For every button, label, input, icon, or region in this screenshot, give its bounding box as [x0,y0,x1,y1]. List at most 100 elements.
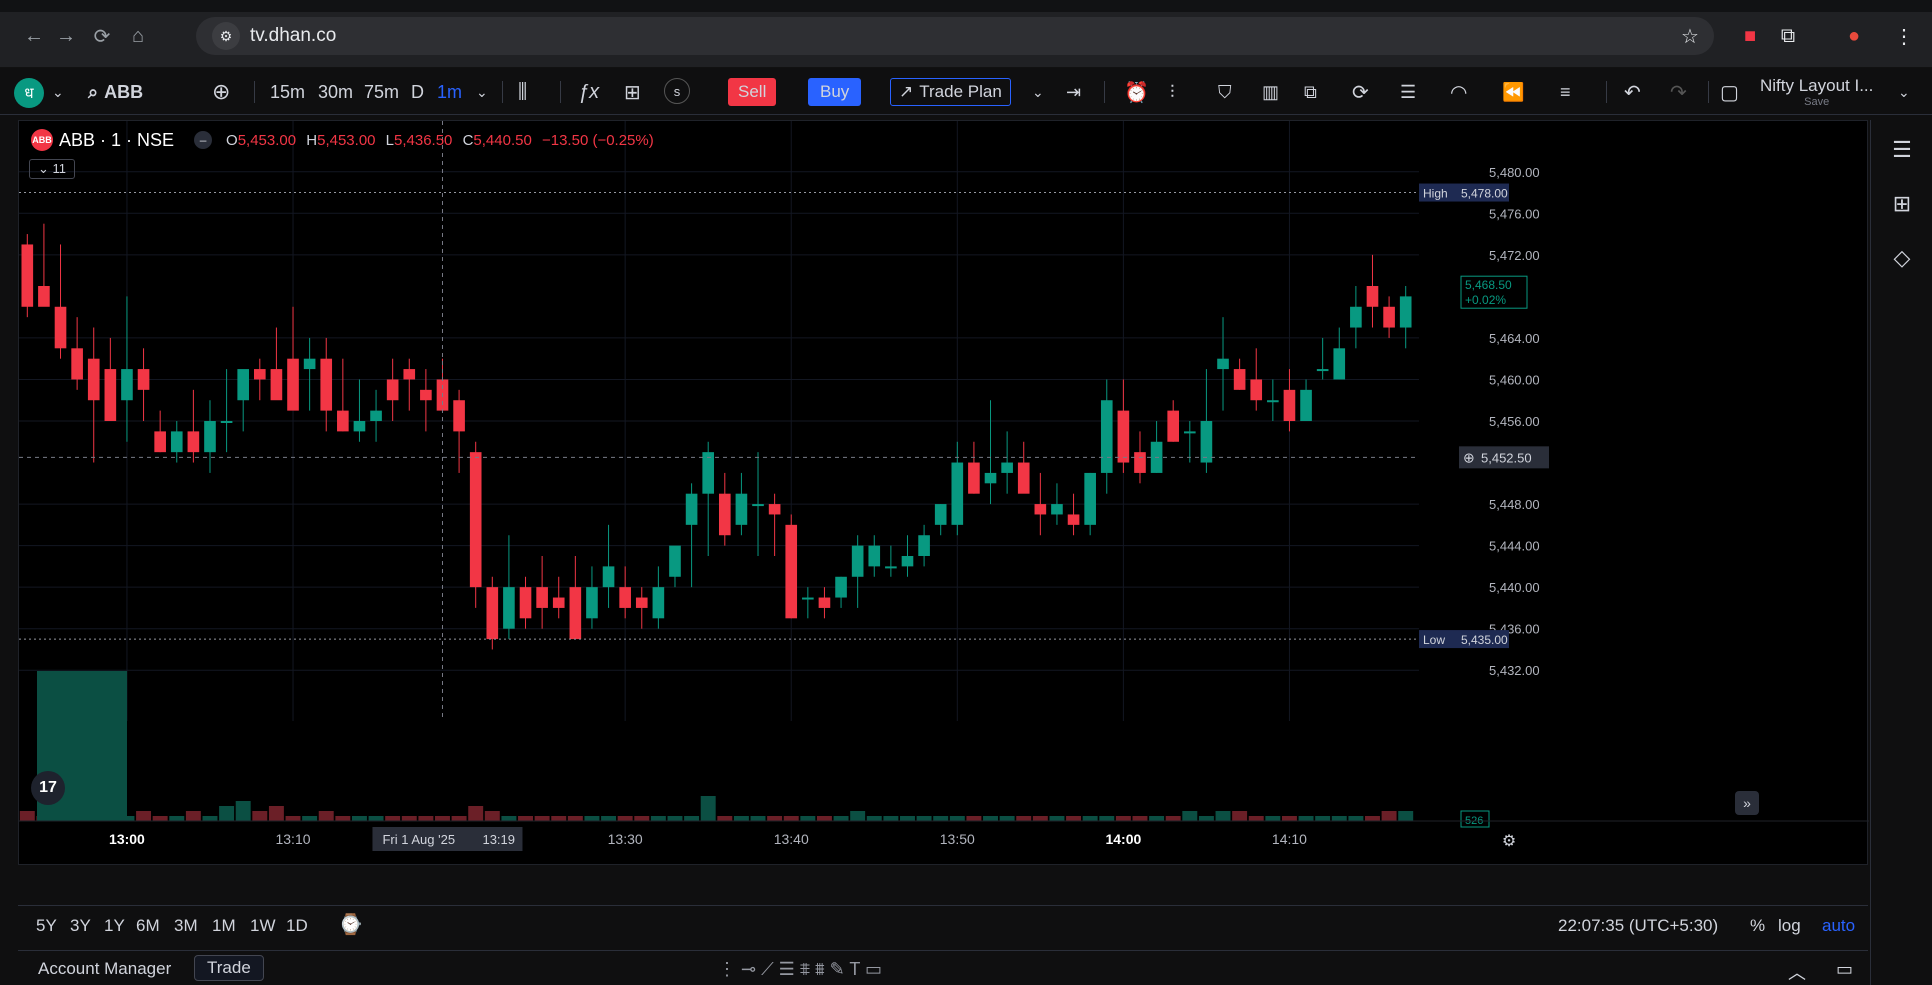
templates-icon[interactable]: ⊞ [624,78,641,106]
indicators-toggle[interactable]: ⌄ 11 [29,159,76,179]
volume-bar [335,816,351,821]
volume-bar [385,816,401,821]
layout-name-button[interactable]: Nifty Layout I... Save [1760,74,1873,110]
profile-avatar-icon[interactable]: ● [1840,24,1868,48]
exit-icon[interactable]: ⇥ [1066,78,1081,106]
compare-icon[interactable]: ⫶ [1170,78,1175,106]
interval-75m[interactable]: 75m [364,78,399,106]
volume-bar [136,811,152,821]
interval-d[interactable]: D [411,78,424,106]
watchlist-icon[interactable]: ☰ [1886,134,1918,166]
extensions-puzzle-icon[interactable]: ⧉ [1774,24,1802,48]
trade-plan-button[interactable]: ↗ Trade Plan [890,78,1011,106]
symbol-search[interactable]: ⌕ ABB [88,78,143,106]
bar-chart-icon[interactable]: ▥ [1262,78,1279,106]
menu-lines-icon[interactable]: ≡ [1560,78,1571,106]
address-bar[interactable]: ⚙ tv.dhan.co [196,17,1714,55]
scroll-right-icon[interactable]: » [1735,791,1759,815]
symbol-info-icon[interactable]: s [664,78,690,104]
candle-body [1100,400,1113,473]
back-icon[interactable]: ← [20,22,48,50]
candle-body [652,587,665,619]
trade-plan-label: Trade Plan [919,82,1002,101]
price-chart[interactable]: 5,480.00 5,476.00 5,472.00 5,464.00 5,460.00… [19,121,1869,866]
volume-bar [1315,816,1331,821]
indicators-icon[interactable]: ƒx [578,78,599,106]
tradingview-logo-icon[interactable]: 17 [31,771,65,805]
interval-30m[interactable]: 30m [318,78,353,106]
home-icon[interactable]: ⌂ [124,22,152,50]
chevron-down-icon[interactable]: ⌄ [52,78,64,106]
high-line-label: High [1423,187,1448,201]
right-sidebar: ☰ ⊞ ◇ [1870,120,1932,985]
range-1m[interactable]: 1M [212,916,236,936]
replay-icon[interactable]: ⏪ [1502,78,1524,106]
minus-icon[interactable]: – [194,131,213,149]
volume-bar [601,816,617,821]
range-5y[interactable]: 5Y [36,916,57,936]
maximize-icon[interactable]: ▭ [1836,959,1853,980]
add-list-icon[interactable]: ⊞ [1886,188,1918,220]
layout-name: Nifty Layout I... [1760,75,1874,95]
candle-body [785,524,798,619]
layout-dropdown-icon[interactable]: ⌄ [1898,78,1910,106]
range-1w[interactable]: 1W [250,916,276,936]
trade-tab[interactable]: Trade [194,955,264,981]
chart-toolbar: ध ⌄ ⌕ ABB ⊕ 15m 30m 75m D 1m ⌄ ⫼ ƒx ⊞ s … [0,69,1932,115]
candle-body [951,462,964,525]
sell-button[interactable]: Sell [728,78,777,106]
browser-menu-icon[interactable]: ⋮ [1890,24,1918,48]
volume-bar [1398,811,1414,821]
y-tick-label: 5,456.00 [1489,414,1540,429]
candle-body [1300,389,1312,421]
layers-icon[interactable]: ◇ [1886,242,1918,274]
range-3y[interactable]: 3Y [70,916,91,936]
forward-icon[interactable]: → [52,22,80,50]
candle-type-icon[interactable]: ⫼ [518,78,527,106]
range-1y[interactable]: 1Y [104,916,125,936]
popout-icon[interactable]: ⧉ [1304,78,1317,106]
candle-body [453,400,465,432]
chevron-up-icon[interactable]: ︿ [1788,959,1806,985]
add-symbol-icon[interactable]: ⊕ [212,78,230,106]
clock-text[interactable]: 22:07:35 (UTC+5:30) [1558,916,1718,936]
chart-pane[interactable]: 5,480.00 5,476.00 5,472.00 5,464.00 5,460.00… [18,120,1869,866]
alert-clock-icon[interactable]: ⏰ [1124,78,1149,106]
reload-icon[interactable]: ⟳ [88,22,116,50]
legend-symbol[interactable]: ABB · 1 · NSE [59,130,174,151]
redo-icon[interactable]: ↷ [1670,78,1687,106]
interval-1m[interactable]: 1m [437,78,462,106]
layout-square-icon[interactable]: ▢ [1720,78,1739,106]
range-1d[interactable]: 1D [286,916,308,936]
crosshair-date-label: Fri 1 Aug '25 [382,832,455,847]
site-info-icon[interactable]: ⚙ [212,22,240,50]
interval-dropdown-icon[interactable]: ⌄ [476,78,488,106]
basket-icon[interactable]: ⛉ [1218,78,1232,106]
volume-bar [252,811,268,821]
settings-sliders-icon[interactable]: ☰ [1400,78,1416,106]
candle-body [1233,369,1246,390]
buy-button[interactable]: Buy [808,78,862,106]
volume-bar [1099,816,1115,821]
range-3m[interactable]: 3M [174,916,198,936]
candle-body [586,587,598,619]
candle-body [552,597,565,608]
broadcast-icon[interactable]: ◠ [1450,78,1467,106]
undo-icon[interactable]: ↶ [1624,78,1641,106]
bookmark-star-icon[interactable]: ☆ [1676,24,1704,48]
candle-body [768,504,781,515]
interval-15m[interactable]: 15m [270,78,305,106]
volume-bar [268,806,284,821]
candle-body [984,472,997,484]
trade-plan-dropdown-icon[interactable]: ⌄ [1032,78,1044,106]
auto-toggle[interactable]: auto [1822,916,1855,936]
percent-toggle[interactable]: % [1750,916,1765,936]
extension-icon[interactable]: ■ [1736,24,1764,48]
candle-body [635,597,648,608]
range-6m[interactable]: 6M [136,916,160,936]
account-manager-tab[interactable]: Account Manager [38,959,171,979]
drawing-tools-icon[interactable]: ⋮ ⊸ ⟋ ☰ ⩨ ⩩ ✎ T ▭ [718,959,882,980]
log-toggle[interactable]: log [1778,916,1801,936]
refresh-icon[interactable]: ⟳ [1352,78,1369,106]
date-range-icon[interactable]: ⌚ [338,912,363,937]
